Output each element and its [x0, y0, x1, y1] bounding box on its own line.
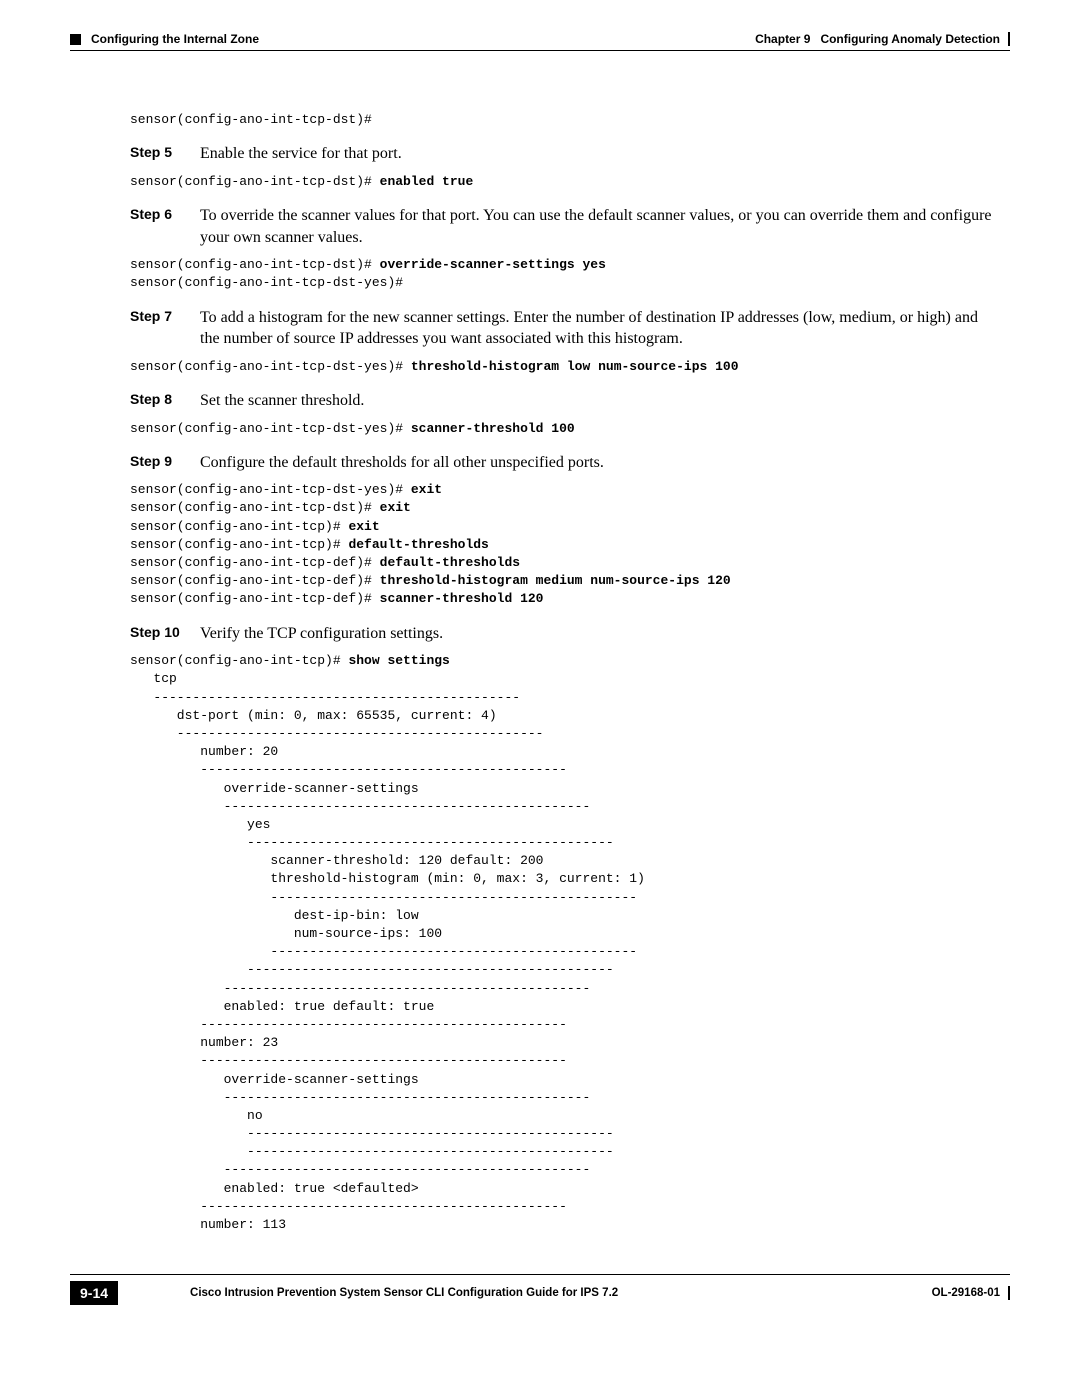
footer-rule: [70, 1274, 1010, 1275]
footer-left: 9-14 Cisco Intrusion Prevention System S…: [70, 1281, 618, 1305]
step-row: Step 8 Set the scanner threshold.: [130, 390, 1000, 412]
page-number: 9-14: [70, 1281, 118, 1305]
header-left: Configuring the Internal Zone: [70, 32, 259, 46]
section-title: Configuring the Internal Zone: [91, 32, 259, 46]
header-bar-icon: [1008, 32, 1010, 46]
step-row: Step 9 Configure the default thresholds …: [130, 452, 1000, 474]
step-label: Step 5: [130, 143, 200, 165]
step-label: Step 6: [130, 205, 200, 248]
step-text: Set the scanner threshold.: [200, 390, 1000, 412]
footer-bar-icon: [1008, 1286, 1010, 1300]
step-row: Step 6 To override the scanner values fo…: [130, 205, 1000, 248]
step-label: Step 8: [130, 390, 200, 412]
code-block: sensor(config-ano-int-tcp-dst-yes)# thre…: [130, 358, 1000, 376]
code-block: sensor(config-ano-int-tcp-dst-yes)# exit…: [130, 481, 1000, 608]
code-block: sensor(config-ano-int-tcp-dst)# enabled …: [130, 173, 1000, 191]
header-marker-icon: [70, 34, 81, 45]
step-label: Step 9: [130, 452, 200, 474]
footer-book-title: Cisco Intrusion Prevention System Sensor…: [190, 1287, 618, 1299]
doc-id: OL-29168-01: [932, 1287, 1000, 1299]
step-label: Step 7: [130, 307, 200, 350]
step-text: Configure the default thresholds for all…: [200, 452, 1000, 474]
step-text: Verify the TCP configuration settings.: [200, 623, 1000, 645]
step-label: Step 10: [130, 623, 200, 645]
header-rule: [70, 50, 1010, 51]
step-row: Step 10 Verify the TCP configuration set…: [130, 623, 1000, 645]
code-block: sensor(config-ano-int-tcp-dst-yes)# scan…: [130, 420, 1000, 438]
step-text: Enable the service for that port.: [200, 143, 1000, 165]
page-footer: 9-14 Cisco Intrusion Prevention System S…: [70, 1274, 1010, 1305]
step-text: To override the scanner values for that …: [200, 205, 1000, 248]
footer-row: 9-14 Cisco Intrusion Prevention System S…: [70, 1281, 1010, 1305]
chapter-title: Configuring Anomaly Detection: [820, 32, 1000, 46]
footer-right: OL-29168-01: [932, 1286, 1010, 1300]
code-block: sensor(config-ano-int-tcp-dst)# override…: [130, 256, 1000, 292]
code-block: sensor(config-ano-int-tcp-dst)#: [130, 111, 1000, 129]
page: Configuring the Internal Zone Chapter 9 …: [0, 0, 1080, 1397]
chapter-label: Chapter 9: [755, 32, 810, 46]
step-row: Step 7 To add a histogram for the new sc…: [130, 307, 1000, 350]
content-area: sensor(config-ano-int-tcp-dst)# Step 5 E…: [130, 111, 1000, 1234]
page-header: Configuring the Internal Zone Chapter 9 …: [70, 32, 1010, 46]
header-right: Chapter 9 Configuring Anomaly Detection: [755, 32, 1010, 46]
step-row: Step 5 Enable the service for that port.: [130, 143, 1000, 165]
step-text: To add a histogram for the new scanner s…: [200, 307, 1000, 350]
code-block: sensor(config-ano-int-tcp)# show setting…: [130, 652, 1000, 1234]
